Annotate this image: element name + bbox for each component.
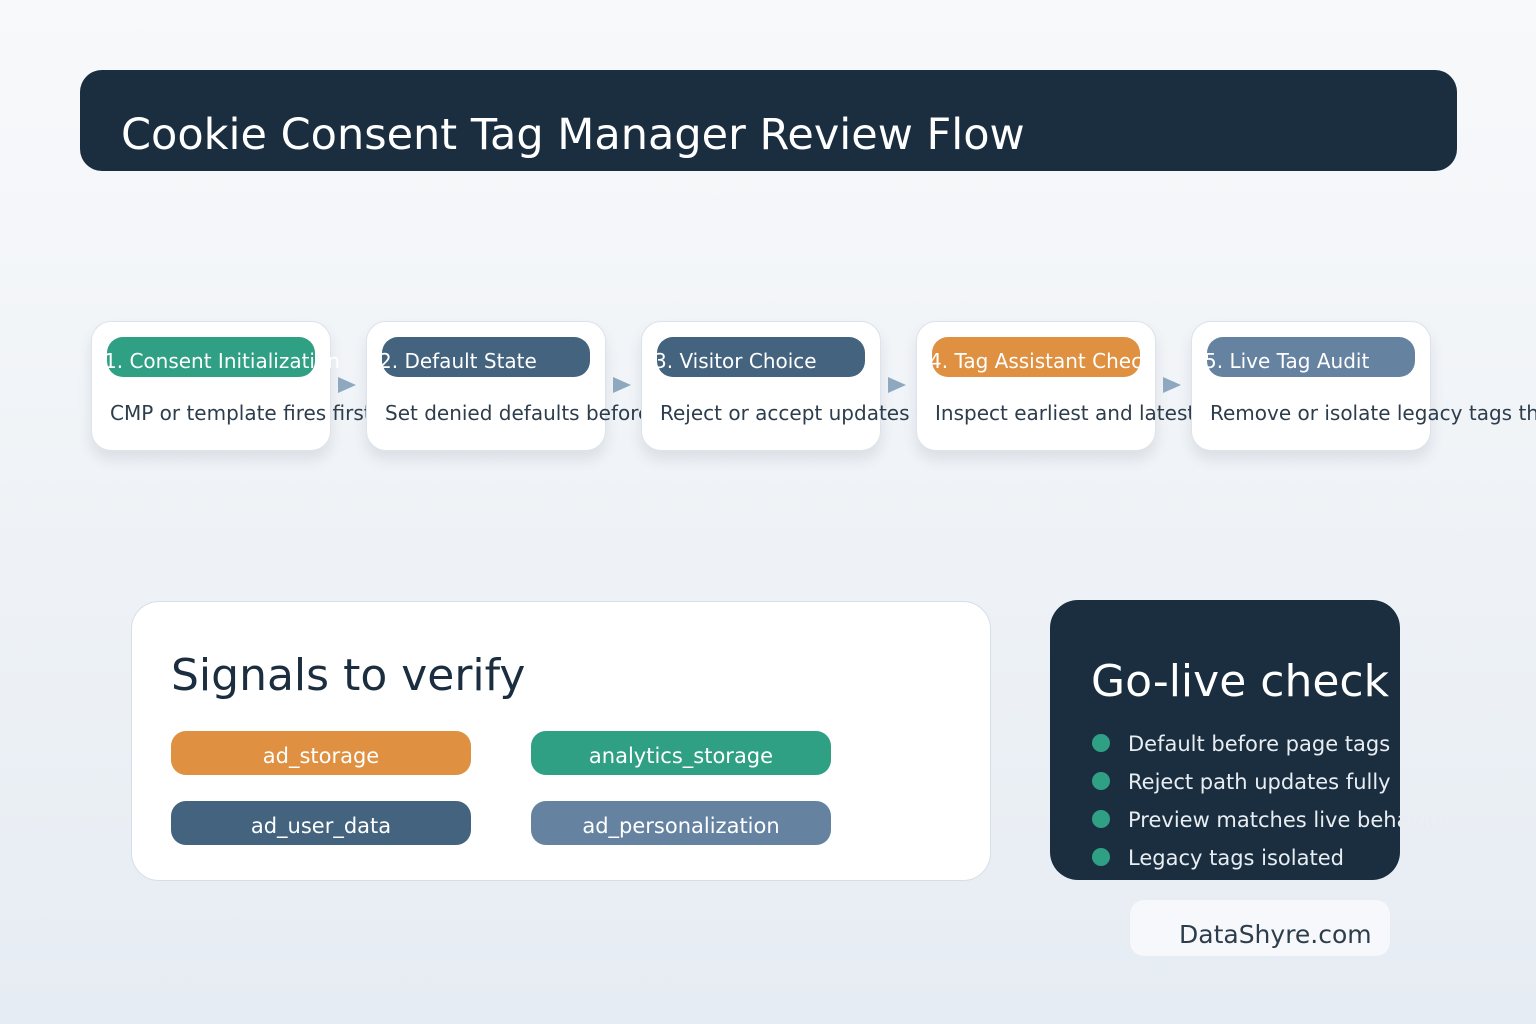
brand-name: DataShyre.com [1179,920,1372,949]
signal-chip-ad-personalization: ad_personalization [531,801,831,845]
step-title: 2. Default State [379,349,537,373]
checklist-item-label: Preview matches live behavior [1128,808,1450,832]
step-text: Reject or accept updates [660,401,910,425]
signal-chip-analytics-storage: analytics_storage [531,731,831,775]
step-card-visitor-choice: 3. Visitor Choice Reject or accept updat… [641,321,910,451]
step-title: 1. Consent Initialization [104,349,340,373]
checklist-item-label: Reject path updates fully [1128,770,1391,794]
flow-arrow-icon [888,377,906,393]
bullet-dot-icon [1092,734,1110,752]
bullet-dot-icon [1092,772,1110,790]
step-title: 4. Tag Assistant Check [929,349,1154,373]
go-live-panel: Go-live check Default before page tags R… [1050,600,1449,880]
header-banner: Cookie Consent Tag Manager Review Flow [80,70,1457,171]
step-title: 5. Live Tag Audit [1204,349,1370,373]
bullet-dot-icon [1092,810,1110,828]
step-title: 3. Visitor Choice [654,349,817,373]
step-card-tag-assistant-check: 4. Tag Assistant Check Inspect earliest … [916,321,1195,451]
step-card-live-tag-audit: 5. Live Tag Audit Remove or isolate lega… [1191,321,1536,451]
signals-title: Signals to verify [171,650,526,701]
checklist-item-label: Default before page tags [1128,732,1391,756]
signals-panel: Signals to verify ad_storage analytics_s… [131,601,991,881]
go-live-title: Go-live check [1091,656,1390,707]
step-card-consent-initialization: 1. Consent Initialization CMP or templat… [91,321,372,451]
flow-arrow-icon [613,377,631,393]
signal-chip-ad-user-data: ad_user_data [171,801,471,845]
checklist-item-label: Legacy tags isolated [1128,846,1344,870]
brand-footer: DataShyre.com [1130,900,1390,956]
step-text: Inspect earliest and latest [935,401,1196,425]
page-title: Cookie Consent Tag Manager Review Flow [121,110,1025,160]
step-card-default-state: 2. Default State Set denied defaults bef… [366,321,650,451]
bullet-dot-icon [1092,848,1110,866]
signal-chip-ad-storage: ad_storage [171,731,471,775]
flow-arrow-icon [338,377,356,393]
step-text: Set denied defaults before [385,401,651,425]
step-text: Remove or isolate legacy tags that [1210,401,1536,425]
step-text: CMP or template fires first [110,401,372,425]
flow-arrow-icon [1163,377,1181,393]
